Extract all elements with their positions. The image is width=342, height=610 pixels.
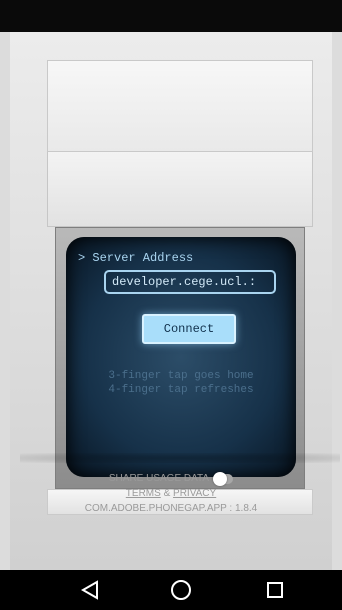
toggle-knob (213, 471, 228, 486)
share-usage-row: SHARE USAGE DATA (0, 471, 342, 486)
terms-link[interactable]: TERMS (126, 488, 161, 499)
recent-square-icon (267, 582, 283, 598)
screen-bezel: > Server Address developer.cege.ucl.: Co… (55, 227, 305, 489)
device-shadow (20, 453, 340, 463)
privacy-link[interactable]: PRIVACY (173, 488, 216, 499)
ampersand-text: & (163, 488, 171, 499)
legal-links-row: TERMS & PRIVACY (0, 488, 342, 499)
share-usage-toggle[interactable] (213, 471, 234, 486)
nav-recent-button[interactable] (245, 570, 305, 610)
crt-screen: > Server Address developer.cege.ucl.: Co… (66, 237, 296, 477)
server-address-label: > Server Address (78, 251, 194, 265)
home-circle-icon (171, 580, 191, 600)
phonegap-device-frame: > Server Address developer.cege.ucl.: Co… (47, 60, 313, 515)
device-mid-panel (47, 152, 313, 227)
server-address-input[interactable]: developer.cege.ucl.: (104, 270, 276, 294)
status-bar (0, 0, 342, 32)
android-nav-bar (0, 570, 342, 610)
share-usage-label: SHARE USAGE DATA (108, 473, 210, 484)
connect-button[interactable]: Connect (142, 314, 236, 344)
app-version-text: COM.ADOBE.PHONEGAP.APP : 1.8.4 (84, 503, 258, 514)
nav-home-button[interactable] (151, 570, 211, 610)
nav-back-button[interactable] (60, 570, 120, 610)
device-top-panel (47, 60, 313, 152)
back-triangle-icon (80, 580, 98, 600)
hint-four-finger: 4-finger tap refreshes (108, 384, 254, 396)
hint-three-finger: 3-finger tap goes home (108, 370, 254, 382)
